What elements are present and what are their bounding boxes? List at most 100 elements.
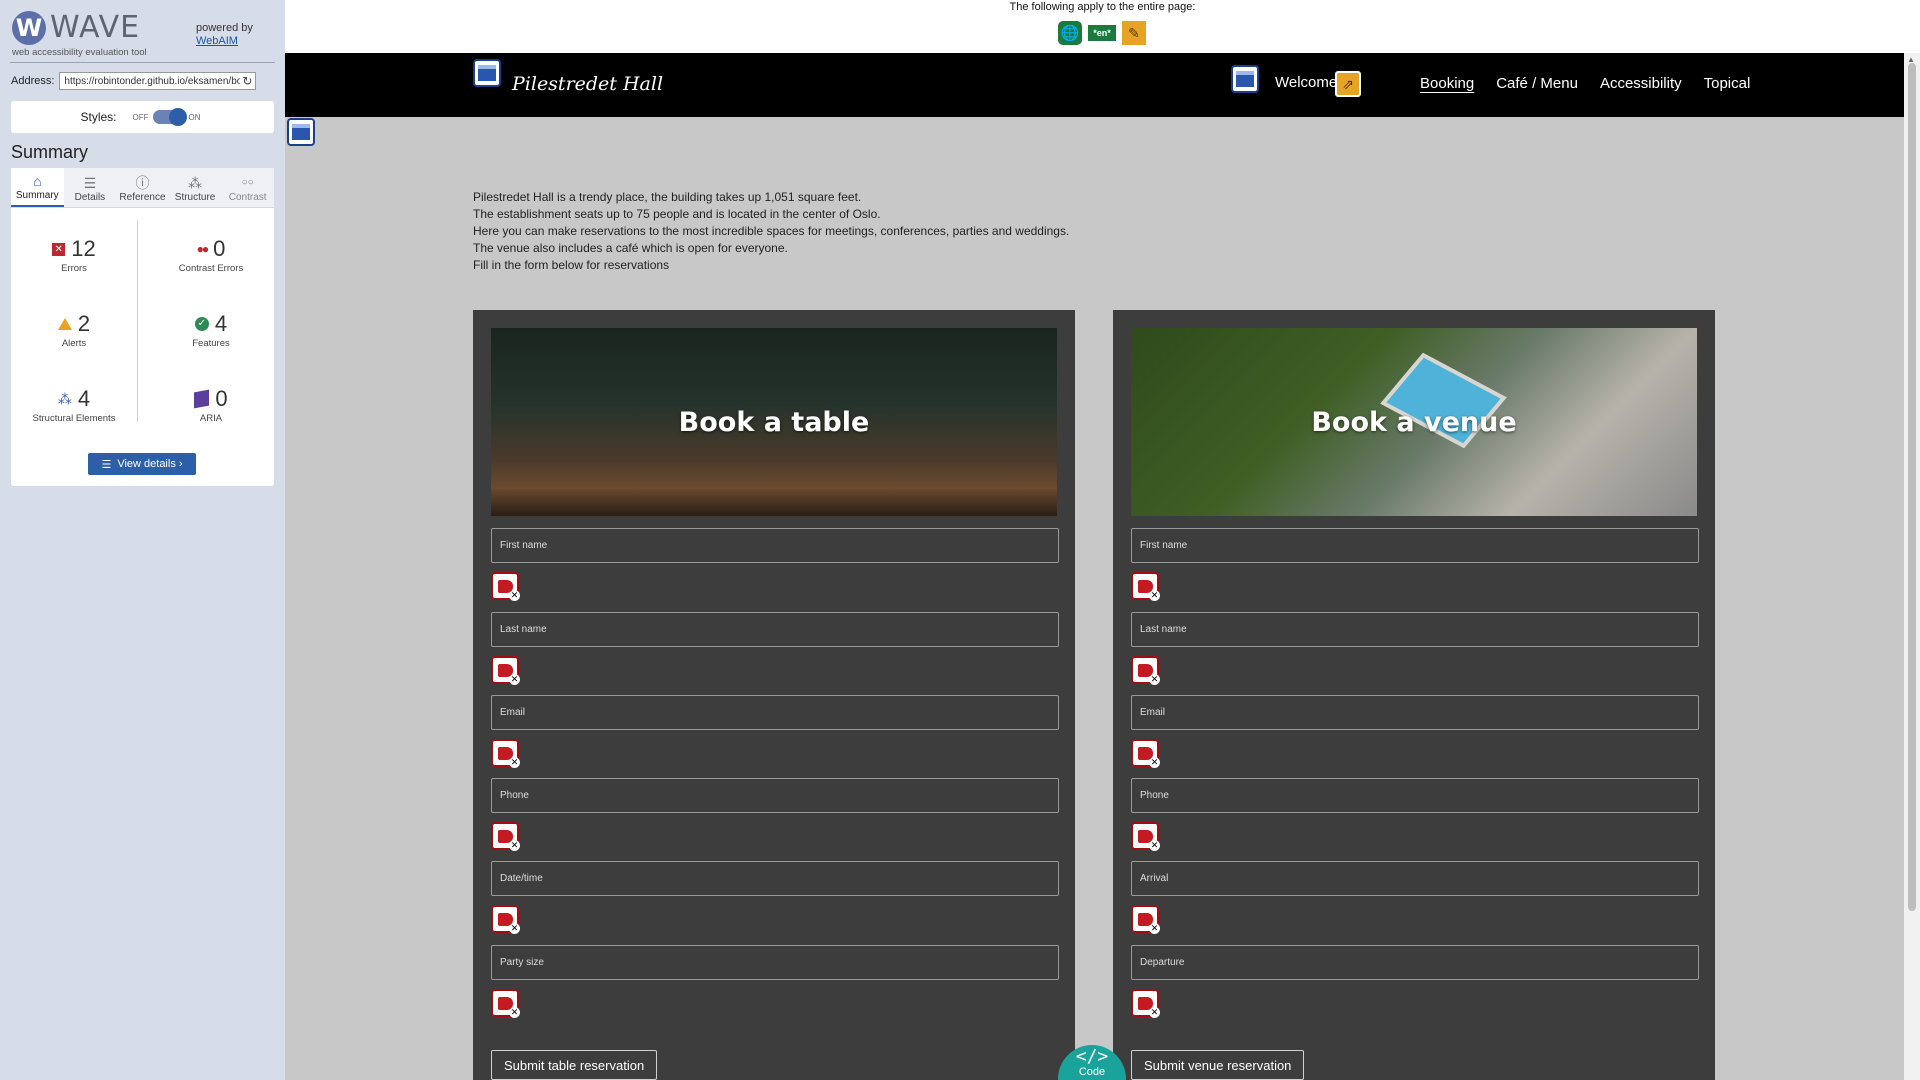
tab-label: Summary — [15, 190, 59, 201]
page-notice-bar: The following apply to the entire page: … — [285, 0, 1920, 53]
submit-table-reservation-button[interactable]: Submit table reservation — [491, 1050, 658, 1080]
venue-phone-input[interactable]: Phone — [1131, 778, 1699, 813]
submit-venue-reservation-button[interactable]: Submit venue reservation — [1131, 1050, 1305, 1080]
venue-arrival-input[interactable]: Arrival — [1131, 861, 1699, 896]
errors-count: 12 — [71, 236, 96, 261]
missing-label-error-icon[interactable]: ✕ — [491, 656, 520, 685]
code-label: Code — [1078, 1066, 1106, 1078]
wave-logo[interactable]: W WAVE — [12, 10, 140, 45]
alerts-count: 2 — [77, 311, 91, 336]
stat-alerts[interactable]: 2 Alerts — [11, 311, 137, 349]
tab-label: Structure — [174, 192, 216, 203]
book-table-hero-image: Book a table — [491, 328, 1057, 516]
code-panel-toggle[interactable]: </> Code — [1058, 1045, 1126, 1080]
nav-link-cafe-menu[interactable]: Café / Menu — [1496, 75, 1578, 92]
notice-text: The following apply to the entire page: — [1009, 1, 1196, 13]
table-party-size-input[interactable]: Party size — [491, 945, 1059, 980]
main-structure-icon[interactable] — [287, 118, 315, 146]
nav-structure-icon[interactable] — [1231, 65, 1259, 93]
missing-label-error-icon[interactable]: ✕ — [491, 989, 520, 1018]
scroll-thumb[interactable] — [1908, 63, 1916, 911]
info-icon: ⓘ — [135, 175, 150, 191]
nav-links: Booking Café / Menu Accessibility Topica… — [1420, 75, 1750, 92]
venue-email-input[interactable]: Email — [1131, 695, 1699, 730]
venue-departure-input[interactable]: Departure — [1131, 945, 1699, 980]
missing-label-error-icon[interactable]: ✕ — [1131, 656, 1160, 685]
page-scrollbar[interactable]: ▲ — [1904, 53, 1920, 1080]
stat-aria[interactable]: 0 ARIA — [148, 386, 274, 424]
features-count: 4 — [214, 311, 228, 336]
errors-label: Errors — [61, 263, 87, 274]
language-badge[interactable]: *en* — [1088, 25, 1116, 41]
missing-label-error-icon[interactable]: ✕ — [491, 905, 520, 934]
address-input[interactable]: https://robintonder.github.io/eksamen/bo… — [59, 72, 257, 90]
table-datetime-input[interactable]: Date/time — [491, 861, 1059, 896]
features-label: Features — [192, 338, 230, 349]
contrast-errors-count: 0 — [213, 236, 226, 261]
link-alert-icon[interactable]: ⇗ — [1335, 71, 1361, 97]
styles-off-label: OFF — [132, 112, 149, 122]
book-venue-title: Book a venue — [1311, 406, 1517, 438]
notice-icons: 🌐 *en* ✎ — [1058, 21, 1146, 45]
nav-link-accessibility[interactable]: Accessibility — [1600, 75, 1682, 92]
missing-label-error-icon[interactable]: ✕ — [1131, 989, 1160, 1018]
nav-link-topical[interactable]: Topical — [1704, 75, 1751, 92]
webaim-link[interactable]: WebAIM — [196, 35, 253, 48]
refresh-icon[interactable]: ↻ — [240, 74, 255, 88]
styles-toggle[interactable] — [152, 108, 187, 126]
missing-label-error-icon[interactable]: ✕ — [1131, 905, 1160, 934]
site-brand[interactable]: Pilestredet Hall — [512, 73, 663, 95]
tab-structure[interactable]: ⁂ Structure — [168, 168, 222, 207]
tab-details[interactable]: ☰ Details — [63, 168, 117, 207]
header-structure-icon[interactable] — [473, 59, 501, 87]
book-table-card: Book a table First name ✕ Last name ✕ Em… — [473, 310, 1075, 1080]
contrast-icon: ○○ — [241, 177, 254, 188]
tab-summary[interactable]: ⌂ Summary — [11, 168, 64, 207]
aria-icon — [194, 389, 210, 409]
contrast-errors-label: Contrast Errors — [178, 263, 244, 274]
wave-logo-icon: W — [12, 10, 46, 45]
missing-label-error-icon[interactable]: ✕ — [1131, 572, 1160, 601]
view-details-button[interactable]: ☰ View details › — [88, 453, 196, 475]
venue-last-name-input[interactable]: Last name — [1131, 612, 1699, 647]
tab-label: Contrast — [228, 192, 267, 203]
missing-label-error-icon[interactable]: ✕ — [491, 739, 520, 768]
missing-label-error-icon[interactable]: ✕ — [491, 572, 520, 601]
code-icon: </> — [1075, 1046, 1109, 1067]
error-icon: ✕ — [52, 242, 66, 256]
divider — [10, 62, 275, 63]
venue-first-name-input[interactable]: First name — [1131, 528, 1699, 563]
nav-welcome[interactable]: Welcome — [1275, 74, 1337, 91]
page-title-alert-icon[interactable]: ✎ — [1122, 21, 1146, 45]
tab-label: Details — [74, 192, 106, 203]
missing-label-error-icon[interactable]: ✕ — [1131, 739, 1160, 768]
book-venue-card: Book a venue First name ✕ Last name ✕ Em… — [1113, 310, 1715, 1080]
home-icon: ⌂ — [33, 173, 42, 189]
alert-icon — [57, 318, 72, 330]
globe-icon[interactable]: 🌐 — [1058, 21, 1082, 45]
wave-tabs: ⌂ Summary ☰ Details ⓘ Reference ⁂ Struct… — [11, 168, 274, 208]
tab-reference[interactable]: ⓘ Reference — [116, 168, 169, 207]
book-table-title: Book a table — [678, 406, 870, 438]
missing-label-error-icon[interactable]: ✕ — [1131, 822, 1160, 851]
styles-label: Styles: — [80, 110, 117, 124]
intro-line: The venue also includes a café which is … — [473, 241, 788, 255]
tab-contrast[interactable]: ○○ Contrast — [221, 168, 274, 207]
wave-logo-text: WAVE — [50, 10, 141, 45]
missing-label-error-icon[interactable]: ✕ — [491, 822, 520, 851]
powered-by-text: powered by — [196, 22, 253, 34]
aria-label: ARIA — [199, 413, 223, 424]
table-phone-input[interactable]: Phone — [491, 778, 1059, 813]
stat-contrast-errors[interactable]: ●● 0 Contrast Errors — [148, 236, 274, 274]
nav-link-booking[interactable]: Booking — [1420, 75, 1474, 92]
table-email-input[interactable]: Email — [491, 695, 1059, 730]
intro-line: Fill in the form below for reservations — [473, 258, 670, 272]
stat-features[interactable]: ✓ 4 Features — [148, 311, 274, 349]
stat-structural[interactable]: ⁂ 4 Structural Elements — [11, 386, 137, 424]
address-label: Address: — [11, 75, 55, 87]
styles-toggle-row: Styles: OFF ON — [11, 101, 274, 133]
table-first-name-input[interactable]: First name — [491, 528, 1059, 563]
table-last-name-input[interactable]: Last name — [491, 612, 1059, 647]
intro-text: Pilestredet Hall is a trendy place, the … — [473, 189, 1069, 274]
stat-errors[interactable]: ✕ 12 Errors — [11, 236, 137, 274]
